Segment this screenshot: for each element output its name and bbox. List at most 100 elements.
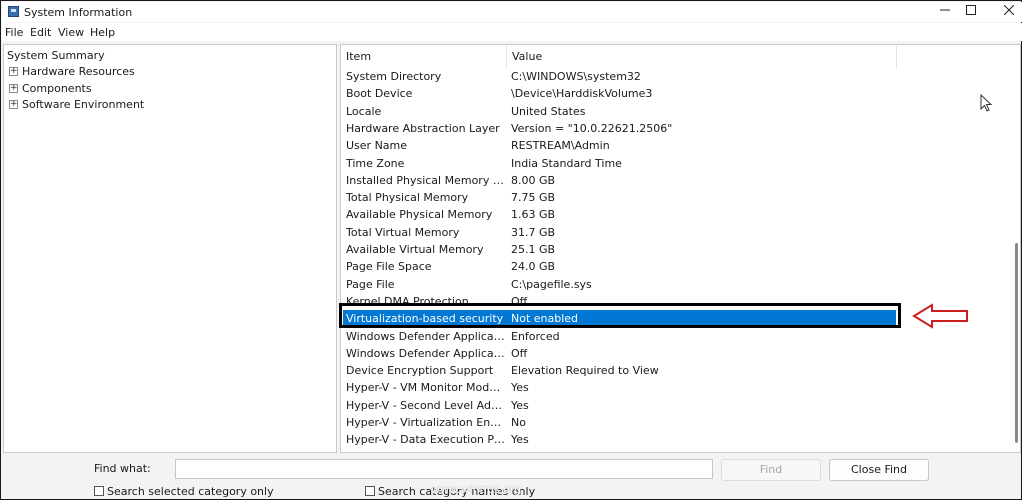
- cell-item: Locale: [346, 104, 382, 118]
- cell-item: Available Physical Memory: [346, 208, 493, 222]
- category-tree[interactable]: System Summary + Hardware Resources + Co…: [3, 44, 337, 453]
- table-row[interactable]: Hyper-V - Virtualization Enable... No: [343, 414, 896, 431]
- cell-value: No: [511, 416, 526, 429]
- table-row[interactable]: Installed Physical Memory (RAM) 8.00 GB: [343, 172, 896, 189]
- table-row[interactable]: Time Zone India Standard Time: [343, 155, 896, 172]
- expand-plus-icon[interactable]: +: [9, 67, 18, 76]
- cell-item: Hyper-V - VM Monitor Mode E...: [346, 381, 506, 395]
- annotation-highlight-box: [339, 303, 901, 328]
- table-row[interactable]: Available Physical Memory 1.63 GB: [343, 206, 896, 223]
- tree-item-system-summary[interactable]: System Summary: [7, 48, 105, 63]
- maximize-icon: [966, 5, 976, 15]
- tree-item-label: Components: [22, 82, 92, 95]
- cell-value: Enforced: [511, 329, 560, 343]
- table-row[interactable]: Windows Defender Application... Enforced: [343, 328, 896, 345]
- find-button[interactable]: Find: [721, 459, 821, 481]
- cell-value: United States: [511, 104, 586, 118]
- table-row[interactable]: Locale United States: [343, 103, 896, 120]
- app-window: System Information File Edit View Help S…: [0, 0, 1022, 500]
- cell-item: Total Physical Memory: [346, 191, 469, 205]
- cell-item: System Directory: [346, 70, 442, 83]
- menu-bar: File Edit View Help: [2, 23, 1022, 41]
- cell-item: Hyper-V - Second Level Addres...: [346, 398, 506, 412]
- details-list[interactable]: Item Value System Directory C:\WINDOWS\sy…: [340, 44, 1021, 453]
- table-row[interactable]: System Directory C:\WINDOWS\system32: [343, 68, 896, 85]
- annotation-arrow-icon: [912, 303, 968, 329]
- menu-edit[interactable]: Edit: [30, 26, 51, 39]
- cell-value: Version = "10.0.22621.2506": [511, 121, 673, 135]
- menu-view[interactable]: View: [58, 26, 84, 39]
- title-bar[interactable]: System Information: [2, 2, 1022, 22]
- checkbox-box[interactable]: [365, 486, 375, 496]
- expand-plus-icon[interactable]: +: [9, 84, 18, 93]
- cell-item: Windows Defender Application...: [346, 346, 506, 360]
- cell-value: 24.0 GB: [511, 260, 556, 274]
- menu-help[interactable]: Help: [90, 26, 115, 39]
- expand-plus-icon[interactable]: +: [9, 100, 18, 109]
- checkbox-box[interactable]: [94, 486, 104, 496]
- cell-item: Page File Space: [346, 260, 432, 274]
- search-selected-category-checkbox[interactable]: Search selected category only: [94, 485, 274, 498]
- tree-item-label: Hardware Resources: [22, 65, 135, 78]
- cell-item: Available Virtual Memory: [346, 243, 484, 256]
- column-header-value[interactable]: Value: [507, 46, 897, 68]
- table-row[interactable]: Hyper-V - VM Monitor Mode E... Yes: [343, 379, 896, 396]
- cell-item: Time Zone: [346, 156, 405, 170]
- cell-value: \Device\HarddiskVolume3: [511, 87, 653, 101]
- system-information-icon: [8, 6, 19, 17]
- cell-item: Device Encryption Support: [346, 364, 494, 378]
- table-row[interactable]: Hardware Abstraction Layer Version = "10.…: [343, 120, 896, 137]
- checkbox-label: Search selected category only: [107, 485, 274, 498]
- vertical-scrollbar[interactable]: [1015, 243, 1018, 443]
- table-row[interactable]: Hyper-V - Data Execution Prote... Yes: [343, 431, 896, 448]
- tree-item-components[interactable]: + Components: [9, 81, 92, 96]
- find-what-label: Find what:: [94, 462, 151, 475]
- cell-value: 1.63 GB: [511, 208, 556, 222]
- cell-item: Installed Physical Memory (RAM): [346, 173, 506, 187]
- table-row[interactable]: Hyper-V - Second Level Addres... Yes: [343, 397, 896, 414]
- table-row[interactable]: Available Virtual Memory 25.1 GB: [343, 241, 896, 258]
- cell-item: Windows Defender Application...: [346, 329, 506, 343]
- cell-item: Page File: [346, 277, 395, 291]
- mouse-cursor-icon: [980, 94, 992, 112]
- cell-value: C:\pagefile.sys: [511, 277, 592, 291]
- cell-value: Yes: [511, 398, 529, 412]
- cell-value: C:\WINDOWS\system32: [511, 70, 641, 83]
- cell-item: User Name: [346, 139, 408, 153]
- find-what-input[interactable]: [175, 459, 713, 479]
- table-row[interactable]: Page File C:\pagefile.sys: [343, 276, 896, 293]
- cell-value: 31.7 GB: [511, 225, 556, 239]
- cell-item: Boot Device: [346, 87, 413, 101]
- cell-item: Hyper-V - Virtualization Enable...: [346, 416, 506, 429]
- cell-value: 8.00 GB: [511, 173, 556, 187]
- table-row[interactable]: Windows Defender Application... Off: [343, 345, 896, 362]
- cell-value: India Standard Time: [511, 156, 622, 170]
- close-icon: [1003, 4, 1015, 16]
- cell-value: Off: [511, 346, 528, 360]
- watermark-text: www.wintips.org: [431, 483, 522, 496]
- cell-item: Hyper-V - Data Execution Prote...: [346, 433, 506, 447]
- tree-item-label: Software Environment: [22, 98, 145, 111]
- cell-item: Hardware Abstraction Layer: [346, 121, 500, 135]
- cell-value: 25.1 GB: [511, 243, 556, 256]
- table-row[interactable]: Total Virtual Memory 31.7 GB: [343, 224, 896, 241]
- cell-value: Yes: [511, 433, 529, 447]
- cell-value: Elevation Required to View: [511, 364, 659, 378]
- table-row[interactable]: Page File Space 24.0 GB: [343, 258, 896, 275]
- cell-value: 7.75 GB: [511, 191, 556, 205]
- tree-item-hardware-resources[interactable]: + Hardware Resources: [9, 64, 135, 79]
- tree-item-label: System Summary: [7, 49, 105, 62]
- tree-item-software-environment[interactable]: + Software Environment: [9, 97, 144, 112]
- window-title: System Information: [24, 6, 133, 19]
- table-row[interactable]: User Name RESTREAM\Admin: [343, 137, 896, 154]
- close-button[interactable]: [986, 2, 1024, 22]
- cell-item: Total Virtual Memory: [346, 225, 460, 239]
- table-row[interactable]: Total Physical Memory 7.75 GB: [343, 189, 896, 206]
- menu-file[interactable]: File: [5, 26, 23, 39]
- cell-value: Yes: [511, 381, 529, 395]
- table-row[interactable]: Device Encryption Support Elevation Requi…: [343, 362, 896, 379]
- table-row[interactable]: Boot Device \Device\HarddiskVolume3: [343, 85, 896, 102]
- close-find-button[interactable]: Close Find: [829, 459, 929, 481]
- column-header-item[interactable]: Item: [341, 46, 507, 68]
- cell-value: RESTREAM\Admin: [511, 139, 610, 153]
